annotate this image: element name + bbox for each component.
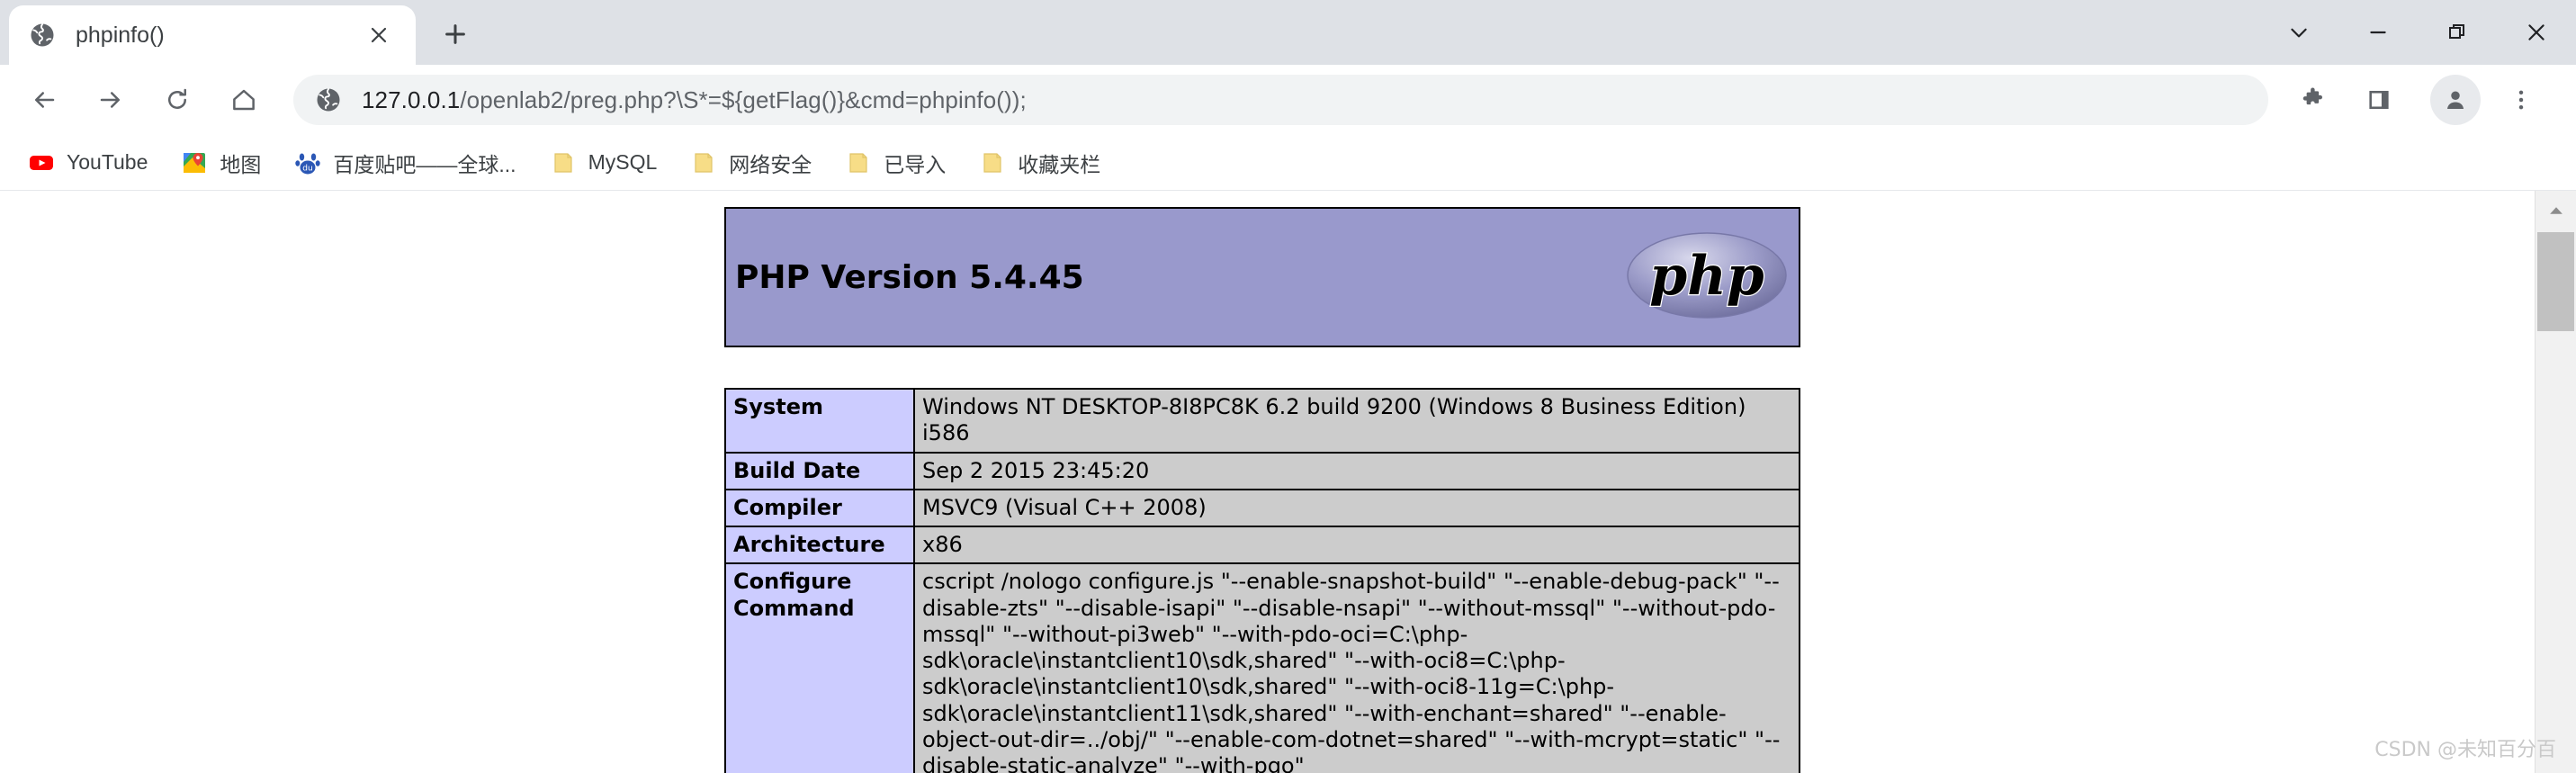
minimize-button[interactable] [2338,0,2418,65]
bookmark-folder-mysql[interactable]: MySQL [540,141,669,184]
bookmark-label: 百度贴吧——全球... [333,152,516,176]
bookmark-label: 地图 [220,152,262,176]
page-scrollbar[interactable] [2535,191,2576,773]
bookmark-baidu-tieba[interactable]: du 百度贴吧——全球... [284,141,526,184]
bookmark-youtube[interactable]: YouTube [18,141,158,184]
row-value: Windows NT DESKTOP-8I8PC8K 6.2 build 920… [913,388,1800,454]
bookmark-maps[interactable]: 地图 [171,141,272,184]
bookmark-label: 收藏夹栏 [1018,152,1101,176]
table-row: Compiler MSVC9 (Visual C++ 2008) [724,488,1800,528]
phpinfo-page: PHP Version 5.4.45 php System Windows NT… [0,191,2535,773]
close-icon [2528,24,2545,40]
page-viewport: PHP Version 5.4.45 php System Windows NT… [0,191,2576,773]
chrome-menu-button[interactable] [2493,72,2549,128]
table-row: System Windows NT DESKTOP-8I8PC8K 6.2 bu… [724,388,1800,454]
arrow-left-icon [35,92,55,108]
address-bar-text: 127.0.0.1/openlab2/preg.php?\S*=${getFla… [362,86,1027,114]
puzzle-icon [2302,87,2322,105]
chevron-down-icon [2291,28,2307,38]
folder-icon [846,150,871,175]
php-logo: php [1626,231,1788,324]
three-dot-menu-icon [2518,90,2524,110]
row-key: Compiler [724,488,915,528]
bookmark-folder-bookmarks-bar[interactable]: 收藏夹栏 [969,141,1111,184]
table-row: Build Date Sep 2 2015 23:45:20 [724,451,1800,490]
bookmark-folder-imported[interactable]: 已导入 [835,141,956,184]
triangle-up-icon [2549,207,2563,214]
browser-toolbar: 127.0.0.1/openlab2/preg.php?\S*=${getFla… [0,65,2576,135]
person-icon [2447,91,2464,109]
extensions-button[interactable] [2284,72,2340,128]
tab-phpinfo[interactable]: phpinfo() [9,5,416,65]
table-row: Architecture x86 [724,526,1800,565]
bookmarks-bar: YouTube 地图 du 百度贴吧——全球... MySQL 网络安全 已导入… [0,135,2576,191]
phpinfo-content: PHP Version 5.4.45 php System Windows NT… [724,207,1800,773]
reload-icon [168,88,186,109]
folder-icon [980,150,1005,175]
plus-icon [445,24,465,44]
php-version-banner: PHP Version 5.4.45 php [724,207,1800,347]
home-button[interactable] [216,72,272,128]
arrow-right-icon [100,92,120,108]
bookmark-label: 网络安全 [729,152,812,176]
reload-button[interactable] [149,72,205,128]
close-window-button[interactable] [2497,0,2576,65]
row-key: System [724,388,915,454]
forward-button[interactable] [83,72,139,128]
url-path: /openlab2/preg.php?\S*=${getFlag()}&cmd=… [460,85,1027,113]
folder-icon [551,150,576,175]
window-controls [2259,0,2576,65]
svg-text:php: php [1649,245,1764,308]
globe-icon [315,86,342,113]
google-maps-icon [182,150,207,175]
scrollbar-thumb[interactable] [2537,232,2574,331]
url-host: 127.0.0.1 [362,85,461,113]
back-button[interactable] [16,72,72,128]
minimize-icon [2370,31,2386,34]
restore-icon [2449,24,2464,39]
youtube-icon [29,150,54,175]
svg-text:du: du [303,164,313,173]
tab-search-button[interactable] [2259,0,2338,65]
row-key: Configure Command [724,562,915,773]
tab-strip: phpinfo() [0,0,2576,65]
address-bar[interactable]: 127.0.0.1/openlab2/preg.php?\S*=${getFla… [293,75,2268,125]
browser-window: phpinfo() 127.0.0.1/openlab2/preg.php?\S… [0,0,2576,773]
side-panel-button[interactable] [2351,72,2407,128]
baidu-tieba-icon: du [295,150,321,175]
bookmark-label: 已导入 [884,152,947,176]
maximize-restore-button[interactable] [2418,0,2497,65]
tab-title: phpinfo() [76,22,165,48]
row-key: Build Date [724,451,915,490]
toolbar-actions [2284,72,2560,128]
side-panel-icon [2369,90,2389,110]
bookmark-label: MySQL [588,150,658,174]
folder-icon [691,150,716,175]
phpinfo-table: System Windows NT DESKTOP-8I8PC8K 6.2 bu… [724,388,1800,773]
row-value: MSVC9 (Visual C++ 2008) [913,488,1800,528]
scroll-up-button[interactable] [2536,191,2576,230]
php-version-text: PHP Version 5.4.45 [735,258,1084,296]
profile-avatar[interactable] [2430,75,2481,125]
row-value: cscript /nologo configure.js "--enable-s… [913,562,1800,773]
row-value: x86 [913,526,1800,565]
new-tab-button[interactable] [430,9,480,59]
home-icon [233,89,255,111]
bookmark-label: YouTube [67,150,148,174]
globe-icon [29,22,56,49]
row-value: Sep 2 2015 23:45:20 [913,451,1800,490]
close-icon[interactable] [362,18,396,52]
row-key: Architecture [724,526,915,565]
bookmark-folder-network-security[interactable]: 网络安全 [680,141,822,184]
table-row: Configure Command cscript /nologo config… [724,562,1800,773]
